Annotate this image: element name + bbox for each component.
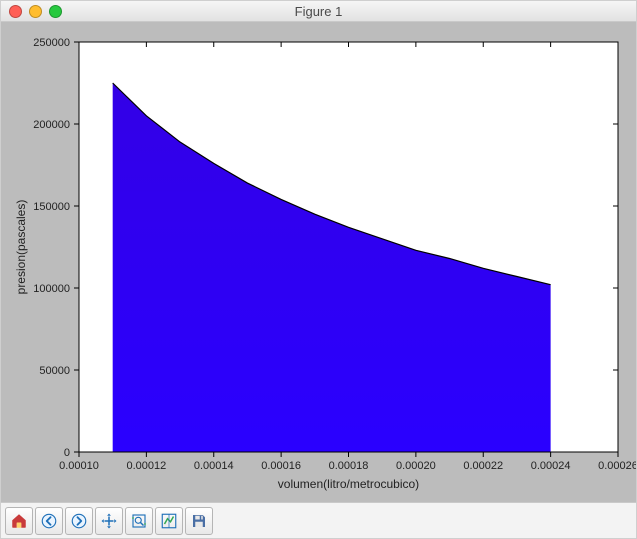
y-tick-label: 50000 bbox=[39, 365, 70, 377]
window-title: Figure 1 bbox=[1, 4, 636, 19]
x-tick-label: 0.00010 bbox=[59, 460, 99, 472]
pan-button[interactable] bbox=[95, 507, 123, 535]
x-tick-label: 0.00022 bbox=[463, 460, 503, 472]
y-tick-label: 0 bbox=[64, 447, 70, 459]
back-icon bbox=[40, 512, 58, 530]
x-axis-label: volumen(litro/metrocubico) bbox=[278, 477, 419, 491]
subplots-button[interactable] bbox=[155, 507, 183, 535]
zoom-icon bbox=[130, 512, 148, 530]
home-button[interactable] bbox=[5, 507, 33, 535]
x-tick-label: 0.00024 bbox=[531, 460, 571, 472]
y-tick-label: 100000 bbox=[33, 283, 70, 295]
home-icon bbox=[10, 512, 28, 530]
y-tick-label: 150000 bbox=[33, 201, 70, 213]
subplots-icon bbox=[160, 512, 178, 530]
pan-icon bbox=[100, 512, 118, 530]
save-button[interactable] bbox=[185, 507, 213, 535]
toolbar bbox=[1, 502, 636, 538]
zoom-button[interactable] bbox=[125, 507, 153, 535]
x-tick-label: 0.00020 bbox=[396, 460, 436, 472]
save-icon bbox=[190, 512, 208, 530]
x-tick-label: 0.00018 bbox=[329, 460, 369, 472]
y-tick-label: 200000 bbox=[33, 119, 70, 131]
chart: 0.00010 0.00012 0.00014 0.00016 0.00018 0.000… bbox=[1, 22, 636, 502]
titlebar: Figure 1 bbox=[1, 1, 636, 22]
y-axis-label: presion(pascales) bbox=[14, 200, 28, 295]
x-tick-label: 0.00014 bbox=[194, 460, 234, 472]
back-button[interactable] bbox=[35, 507, 63, 535]
forward-button[interactable] bbox=[65, 507, 93, 535]
x-tick-label: 0.00012 bbox=[126, 460, 166, 472]
x-tick-label: 0.00026 bbox=[598, 460, 636, 472]
forward-icon bbox=[70, 512, 88, 530]
figure-window: Figure 1 0.000100.000120.000140.000160.0… bbox=[0, 0, 637, 539]
plot-wrapper: 0.00010 0.00012 0.00014 0.00016 0.00018 0.000… bbox=[1, 22, 636, 502]
figure-area: 0.00010 0.00012 0.00014 0.00016 0.00018 0.000… bbox=[1, 22, 636, 502]
x-tick-label: 0.00016 bbox=[261, 460, 301, 472]
y-tick-label: 250000 bbox=[33, 37, 70, 49]
